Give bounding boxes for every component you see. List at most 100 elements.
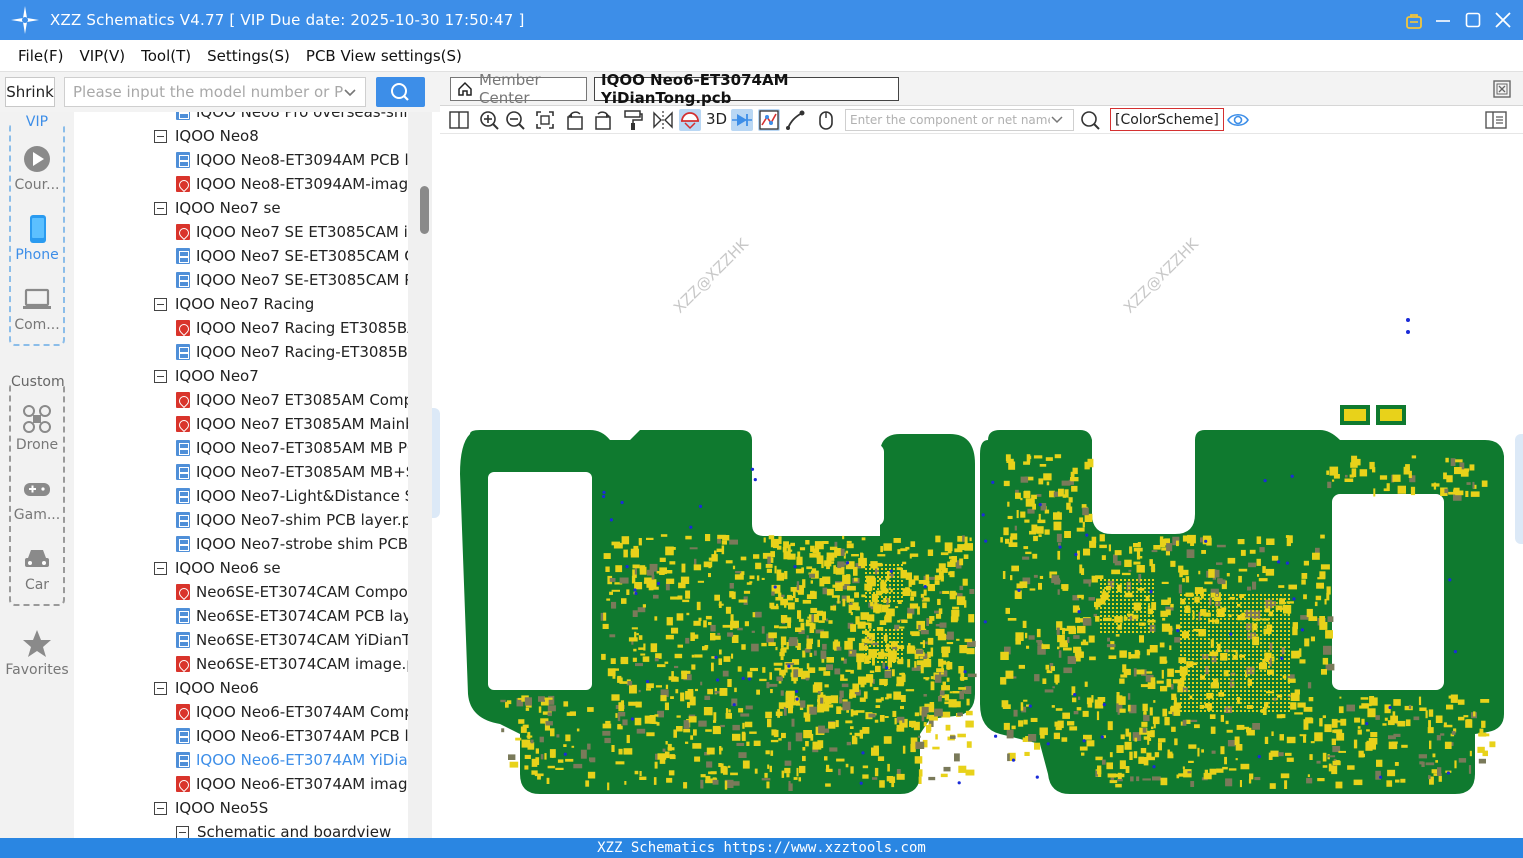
eye-icon[interactable] (1227, 109, 1249, 131)
tree-file[interactable]: IQOO Neo7-strobe shim PCB layer.pcb (176, 532, 408, 556)
rail-item-courses[interactable]: Cour... (0, 144, 74, 193)
tree-folder[interactable]: IQOO Neo8 (154, 124, 259, 148)
layer-toggle-icon[interactable] (679, 109, 701, 131)
tree-scrollbar[interactable] (408, 112, 432, 838)
menu-file[interactable]: File(F) (18, 47, 63, 65)
menu-tool[interactable]: Tool(T) (141, 47, 191, 65)
collapse-toggle-icon[interactable] (176, 825, 189, 838)
color-scheme-button[interactable]: [ColorScheme] (1110, 108, 1224, 131)
tree-file[interactable]: Neo6SE-ET3074CAM image.pdf (176, 652, 408, 676)
rail-item-games[interactable]: Gam... (0, 474, 74, 523)
rail-item-phone[interactable]: Phone (0, 214, 74, 263)
mouse-icon[interactable] (815, 109, 837, 131)
rail-item-favorites[interactable]: Favorites (0, 629, 74, 678)
tree-file[interactable]: IQOO Neo7-Light&Distance Sensor.pcb (176, 484, 408, 508)
collapse-toggle-icon[interactable] (154, 681, 167, 695)
tree-folder[interactable]: IQOO Neo6 (154, 676, 259, 700)
pcb-pad (865, 584, 867, 586)
tree-file[interactable]: Neo6SE-ET3074CAM YiDianTong.pcb (176, 628, 408, 652)
collapse-toggle-icon[interactable] (154, 129, 167, 143)
chevron-down-icon[interactable] (343, 86, 357, 100)
tree-folder[interactable]: IQOO Neo7 Racing (154, 292, 314, 316)
zoom-in-icon[interactable] (478, 109, 500, 131)
tree-file[interactable]: IQOO Neo6-ET3074AM YiDianTong.pcb (176, 748, 408, 772)
tree-folder[interactable]: IQOO Neo7 se (154, 196, 281, 220)
paint-roller-icon[interactable] (622, 109, 644, 131)
component-search-input[interactable] (850, 113, 1050, 127)
tree-file[interactable]: IQOO Neo7 ET3085AM Components.pdf (176, 388, 408, 412)
maximize-icon[interactable] (1465, 12, 1481, 28)
net-highlight-icon[interactable] (731, 109, 753, 131)
pcb-canvas[interactable]: XZZ@XZZHK XZZ@XZZHK (440, 134, 1513, 838)
pcb-pad (676, 613, 684, 621)
fit-screen-icon[interactable] (534, 109, 556, 131)
tree-file[interactable]: IQOO Neo7 ET3085AM Mainboard.pdf (176, 412, 408, 436)
pcb-pad (1083, 734, 1092, 740)
vip-bag-icon[interactable] (1405, 12, 1422, 29)
tree-file[interactable]: IQOO Neo7 Racing ET3085BAM image.pdf (176, 316, 408, 340)
diode-mode-icon[interactable] (758, 109, 780, 131)
tree-file[interactable]: Neo6SE-ET3074CAM PCB layer.pcb (176, 604, 408, 628)
collapse-toggle-icon[interactable] (154, 561, 167, 575)
tree-file[interactable]: IQOO Neo6-ET3074AM Components.pdf (176, 700, 408, 724)
tree-file[interactable]: IQOO Neo7-ET3085AM MB+SUB.pcb (176, 460, 408, 484)
menu-settings[interactable]: Settings(S) (207, 47, 290, 65)
panel-splitter[interactable] (432, 112, 440, 838)
tree-folder[interactable]: IQOO Neo7 (154, 364, 259, 388)
rail-item-computer[interactable]: Com... (0, 284, 74, 333)
component-search-combobox[interactable] (845, 109, 1074, 131)
pcb-pad (853, 566, 858, 576)
tab-active-file[interactable]: IQOO Neo6-ET3074AM YiDianTong.pcb (594, 71, 899, 107)
model-search-input[interactable] (73, 83, 343, 101)
minimize-icon[interactable] (1435, 12, 1451, 28)
collapse-toggle-icon[interactable] (154, 369, 167, 383)
pcb-pad (1284, 694, 1286, 696)
zoom-out-icon[interactable] (504, 109, 526, 131)
tree-folder[interactable]: Schematic and boardview (176, 820, 391, 838)
pcb-pad (1228, 610, 1230, 612)
3d-view-button[interactable]: 3D (706, 110, 727, 128)
tab-member-center[interactable]: Member Center (450, 71, 587, 107)
mirror-icon[interactable] (652, 109, 674, 131)
tree-file[interactable]: IQOO Neo6-ET3074AM PCB layer.pcb (176, 724, 408, 748)
pcb-pad (1045, 457, 1053, 461)
close-all-tabs-icon[interactable] (1493, 80, 1511, 98)
rail-item-car[interactable]: Car (0, 544, 74, 593)
collapse-toggle-icon[interactable] (154, 201, 167, 215)
tree-folder[interactable]: IQOO Neo5S (154, 796, 268, 820)
rail-item-drone[interactable]: Drone (0, 404, 74, 453)
rotate-right-icon[interactable] (592, 109, 614, 131)
tree-file[interactable]: IQOO Neo8-ET3094AM-image.pdf (176, 172, 408, 196)
menu-vip[interactable]: VIP(V) (79, 47, 125, 65)
tree-file[interactable]: IQOO Neo8-ET3094AM PCB layer.pcb (176, 148, 408, 172)
search-button[interactable] (376, 77, 425, 107)
search-icon[interactable] (1079, 109, 1101, 131)
tree-folder[interactable]: IQOO Neo6 se (154, 556, 281, 580)
tree-file[interactable]: IQOO Neo7 Racing-ET3085BAM PCB layer.pcb (176, 340, 408, 364)
split-view-icon[interactable] (448, 109, 470, 131)
tree-file[interactable]: IQOO Neo8 Pro overseas-shim PCB layer.pc… (176, 112, 408, 124)
tree-file[interactable]: IQOO Neo7-ET3085AM MB PCB layer.pcb (176, 436, 408, 460)
probe-icon[interactable] (785, 109, 807, 131)
collapse-toggle-icon[interactable] (154, 297, 167, 311)
collapse-toggle-icon[interactable] (154, 801, 167, 815)
tree-file[interactable]: Neo6SE-ET3074CAM Components.pdf (176, 580, 408, 604)
collapse-right-tab[interactable] (1515, 434, 1523, 544)
close-icon[interactable] (1495, 12, 1511, 28)
tree-file[interactable]: IQOO Neo6-ET3074AM image.pdf (176, 772, 408, 796)
menu-pcb-view-settings[interactable]: PCB View settings(S) (306, 47, 462, 65)
model-search-combobox[interactable] (64, 77, 366, 107)
tree-file[interactable]: IQOO Neo7 SE ET3085CAM image.pdf (176, 220, 408, 244)
shrink-button[interactable]: Shrink (5, 77, 55, 107)
pcb-board-view[interactable] (440, 134, 1513, 838)
scrollbar-thumb[interactable] (420, 186, 429, 234)
rotate-left-icon[interactable] (564, 109, 586, 131)
side-panel-icon[interactable] (1485, 109, 1507, 131)
tree-file[interactable]: IQOO Neo7-shim PCB layer.pcb (176, 508, 408, 532)
collapse-left-tab[interactable] (432, 408, 440, 518)
pcb-pin (1292, 597, 1296, 601)
tree-file[interactable]: IQOO Neo7 SE-ET3085CAM Components.pcb (176, 244, 408, 268)
pcb-pad (877, 633, 879, 635)
chevron-down-icon[interactable] (1050, 113, 1064, 127)
tree-file[interactable]: IQOO Neo7 SE-ET3085CAM PCB layer.pcb (176, 268, 408, 292)
